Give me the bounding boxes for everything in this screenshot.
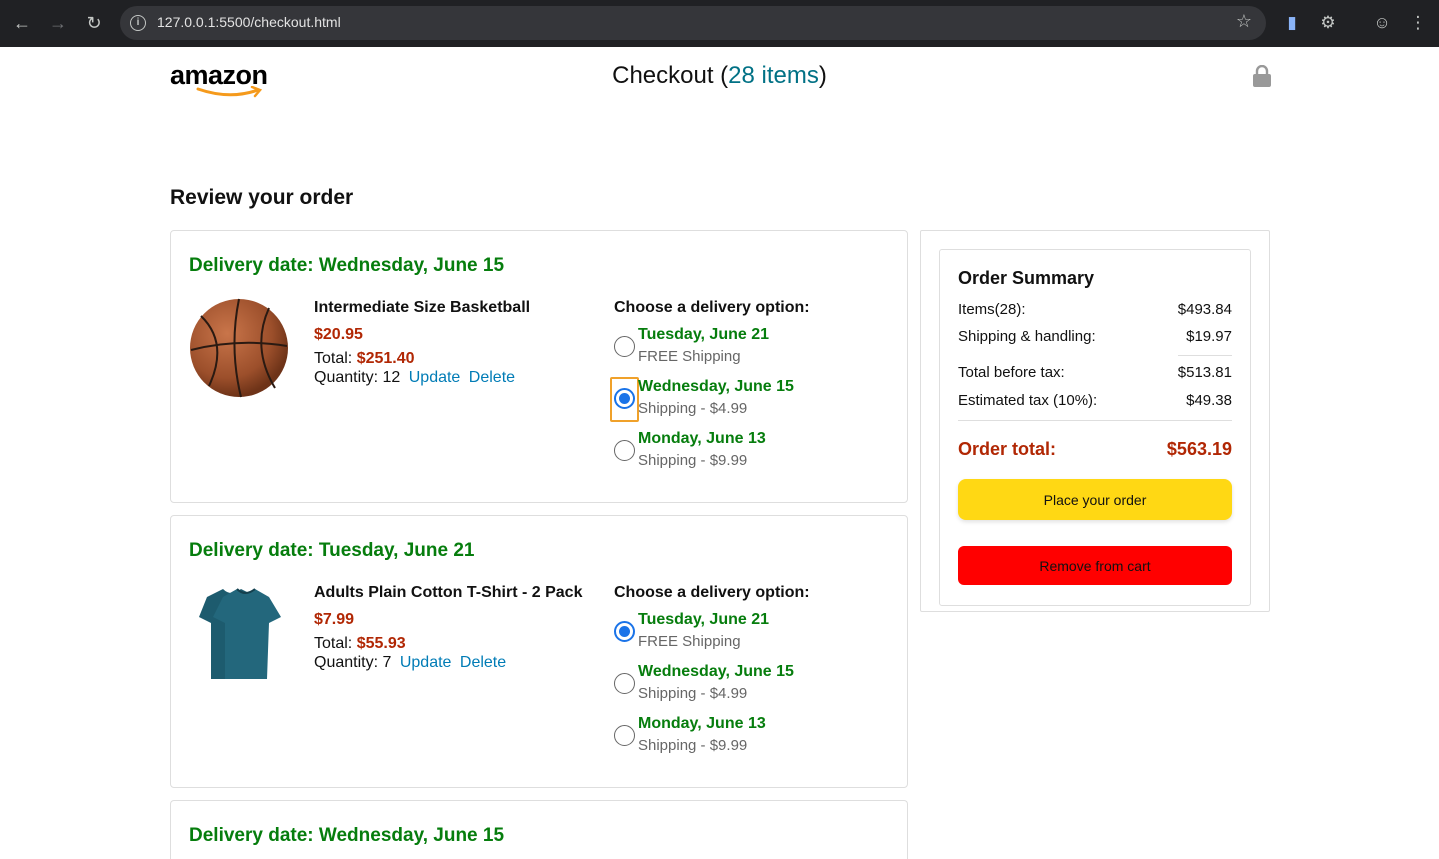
items-label: Items(28):: [958, 301, 1026, 318]
cart-item: Delivery date: Wednesday, June 15: [170, 800, 908, 859]
delivery-option-date: Tuesday, June 21: [638, 326, 770, 343]
delivery-option-price: FREE Shipping: [638, 348, 741, 365]
quantity-label: Quantity:: [314, 654, 379, 671]
product-quantity: Quantity: 12 Update Delete: [314, 368, 604, 387]
back-icon[interactable]: ←: [10, 11, 34, 35]
cart-item: Delivery date: Wednesday, June 15 Interm…: [170, 230, 908, 503]
url-text[interactable]: 127.0.0.1:5500/checkout.html: [157, 14, 341, 30]
product-total: Total: $251.40: [314, 349, 604, 368]
order-summary-container: Order Summary Items(28): $493.84 Shippin…: [920, 230, 1270, 612]
product-details: Adults Plain Cotton T-Shirt - 2 Pack $7.…: [314, 584, 604, 672]
delivery-option-price: Shipping - $9.99: [638, 452, 748, 469]
delivery-option-date: Tuesday, June 21: [638, 611, 770, 628]
quantity-value: 7: [382, 654, 392, 671]
quantity-label: Quantity:: [314, 369, 379, 386]
product-price: $7.99: [314, 611, 355, 628]
product-price: $20.95: [314, 326, 363, 343]
title-suffix: ): [818, 62, 827, 89]
remove-from-cart-button[interactable]: Remove from cart: [958, 546, 1232, 585]
items-row: Items(28): $493.84: [958, 301, 1232, 318]
total-label: Total:: [314, 350, 353, 367]
basketball-image: [190, 298, 288, 398]
items-count-link[interactable]: 28 items: [728, 62, 819, 89]
delivery-date: Delivery date: Wednesday, June 15: [189, 825, 505, 846]
delete-link[interactable]: Delete: [460, 654, 506, 671]
delivery-option[interactable]: Wednesday, June 15 Shipping - $4.99: [614, 663, 894, 715]
review-heading: Review your order: [170, 186, 354, 209]
address-bar[interactable]: i 127.0.0.1:5500/checkout.html ☆: [120, 6, 1266, 40]
delivery-radio[interactable]: [614, 673, 635, 694]
product-total: Total: $55.93: [314, 634, 604, 653]
delivery-radio-selected[interactable]: [614, 388, 635, 409]
divider: [958, 420, 1232, 421]
delivery-option-price: FREE Shipping: [638, 633, 741, 650]
profile-icon[interactable]: ☺: [1370, 11, 1394, 35]
reload-icon[interactable]: ↻: [82, 11, 106, 35]
shipping-label: Shipping & handling:: [958, 328, 1096, 345]
delivery-option[interactable]: Tuesday, June 21 FREE Shipping: [614, 611, 894, 663]
total-amount: $55.93: [356, 635, 406, 652]
total-amount: $251.40: [356, 350, 415, 367]
delete-link[interactable]: Delete: [469, 369, 515, 386]
delivery-date: Delivery date: Tuesday, June 21: [189, 540, 475, 561]
divider: [1178, 355, 1232, 356]
total-label: Total:: [314, 635, 353, 652]
update-link[interactable]: Update: [409, 369, 461, 386]
delivery-option-price: Shipping - $4.99: [638, 400, 748, 417]
before-tax-row: Total before tax: $513.81: [958, 364, 1232, 381]
order-total-value: $563.19: [1166, 439, 1232, 459]
order-summary: Order Summary Items(28): $493.84 Shippin…: [939, 249, 1251, 606]
order-summary-title: Order Summary: [958, 268, 1095, 288]
quantity-value: 12: [382, 369, 401, 386]
product-name: Intermediate Size Basketball: [314, 299, 531, 316]
title-prefix: Checkout (: [612, 62, 729, 89]
extensions-puzzle-icon[interactable]: ⚙: [1316, 11, 1340, 35]
delivery-option-date: Monday, June 13: [638, 430, 766, 447]
browser-toolbar: ← → ↻ i 127.0.0.1:5500/checkout.html ☆ ▮…: [0, 0, 1439, 47]
shipping-value: $19.97: [1186, 328, 1232, 345]
delivery-option-price: Shipping - $9.99: [638, 737, 748, 754]
lock-icon: [1253, 65, 1271, 87]
update-link[interactable]: Update: [400, 654, 452, 671]
delivery-option[interactable]: Monday, June 13 Shipping - $9.99: [614, 715, 894, 767]
before-tax-label: Total before tax:: [958, 364, 1065, 381]
tshirt-image: [199, 588, 281, 679]
delivery-date: Delivery date: Wednesday, June 15: [189, 255, 505, 276]
delivery-option-date: Wednesday, June 15: [638, 663, 794, 680]
site-info-icon[interactable]: i: [130, 15, 146, 31]
cart-item: Delivery date: Tuesday, June 21 Adults P…: [170, 515, 908, 788]
delivery-option[interactable]: Tuesday, June 21 FREE Shipping: [614, 326, 894, 378]
place-order-button[interactable]: Place your order: [958, 479, 1232, 520]
shipping-row: Shipping & handling: $19.97: [958, 328, 1232, 345]
delivery-option-price: Shipping - $4.99: [638, 685, 748, 702]
product-name: Adults Plain Cotton T-Shirt - 2 Pack: [314, 584, 583, 601]
before-tax-value: $513.81: [1177, 364, 1232, 381]
bookmark-star-icon[interactable]: ☆: [1236, 11, 1252, 32]
tax-label: Estimated tax (10%):: [958, 392, 1098, 409]
product-quantity: Quantity: 7 Update Delete: [314, 653, 604, 672]
delivery-options: Choose a delivery option: Tuesday, June …: [614, 584, 894, 767]
delivery-options-title: Choose a delivery option:: [614, 584, 810, 601]
forward-icon[interactable]: →: [46, 11, 70, 35]
tax-row: Estimated tax (10%): $49.38: [958, 392, 1232, 409]
delivery-option-date: Wednesday, June 15: [638, 378, 794, 395]
order-total-row: Order total: $563.19: [958, 439, 1232, 460]
delivery-options-title: Choose a delivery option:: [614, 299, 810, 316]
delivery-radio[interactable]: [614, 336, 635, 357]
delivery-radio[interactable]: [614, 725, 635, 746]
extension-icon[interactable]: ▮: [1280, 11, 1304, 35]
delivery-options: Choose a delivery option: Tuesday, June …: [610, 299, 894, 482]
delivery-radio[interactable]: [614, 440, 635, 461]
items-value: $493.84: [1177, 301, 1232, 318]
page-title: Checkout (28 items): [0, 62, 1439, 90]
delivery-radio-selected[interactable]: [614, 621, 635, 642]
tax-value: $49.38: [1186, 392, 1232, 409]
delivery-option[interactable]: Wednesday, June 15 Shipping - $4.99: [610, 377, 894, 430]
delivery-option-date: Monday, June 13: [638, 715, 766, 732]
delivery-option[interactable]: Monday, June 13 Shipping - $9.99: [614, 430, 894, 482]
menu-kebab-icon[interactable]: ⋮: [1406, 11, 1430, 35]
product-details: Intermediate Size Basketball $20.95 Tota…: [314, 299, 604, 387]
order-total-label: Order total:: [958, 439, 1057, 459]
